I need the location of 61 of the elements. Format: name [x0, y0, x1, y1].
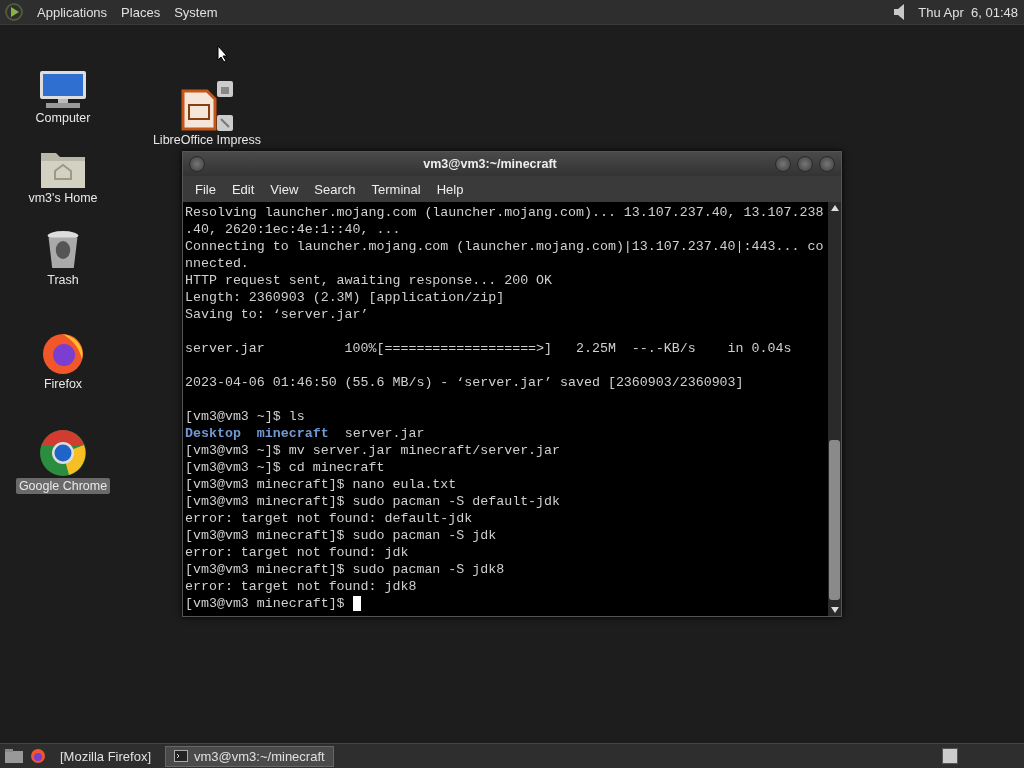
terminal-line: server.jar 100%[===================>] 2.25M --.-KB/s in 0.04s: [185, 340, 792, 357]
directory-name: Desktop: [185, 425, 241, 442]
desktop-icon-label[interactable]: Firefox: [40, 376, 86, 392]
panel-menu[interactable]: Places: [116, 4, 166, 20]
terminal-line: [vm3@vm3 ~]$ cd minecraft: [185, 459, 385, 476]
menu-item[interactable]: Edit: [223, 181, 263, 197]
close-button[interactable]: [819, 156, 835, 172]
menu-item[interactable]: File: [187, 181, 224, 197]
trash-icon[interactable]: [45, 229, 81, 271]
terminal-line: [vm3@vm3 minecraft]$ sudo pacman -S jdk: [185, 527, 497, 544]
terminal-line: HTTP request sent, awaiting response... 200 OK: [185, 272, 553, 289]
terminal-line: .40, 2620:1ec:4e:1::40, ...: [185, 221, 401, 238]
taskbar-button[interactable]: [Mozilla Firefox]: [52, 746, 160, 766]
scrollbar[interactable]: [828, 202, 841, 616]
firefox-launcher-icon[interactable]: [30, 748, 46, 764]
window-title: vm3@vm3:~/minecraft: [422, 157, 558, 171]
terminal-line: Length: 2360903 (2.3M) [application/zip]: [185, 289, 505, 306]
desktop-icon-label[interactable]: vm3's Home: [25, 190, 101, 206]
terminal-icon: [174, 750, 189, 762]
workspace-switcher[interactable]: [942, 748, 958, 764]
desktop-icon-label[interactable]: LibreOffice Impress: [149, 132, 265, 148]
terminal-line: server.jar: [344, 425, 425, 442]
maximize-button[interactable]: [797, 156, 813, 172]
chrome-icon[interactable]: [39, 429, 87, 477]
panel-menu[interactable]: System: [169, 4, 223, 20]
scroll-down-arrow-icon[interactable]: [830, 607, 839, 613]
monitor-icon[interactable]: [38, 69, 88, 109]
terminal-line: nnected.: [185, 255, 249, 272]
terminal-line: error: target not found: jdk: [185, 544, 409, 561]
text-cursor: [352, 596, 361, 611]
desktop-icon-label[interactable]: Trash: [44, 272, 82, 288]
terminal-line: Saving to: ‘server.jar’: [185, 306, 369, 323]
terminal-line: [vm3@vm3 minecraft]$ nano eula.txt: [185, 476, 457, 493]
taskbar-button[interactable]: vm3@vm3:~/minecraft: [165, 745, 334, 767]
menu-item[interactable]: Help: [428, 181, 472, 197]
scroll-thumb[interactable]: [829, 440, 840, 600]
presentation-document-icon[interactable]: [179, 81, 235, 131]
terminal-line: [vm3@vm3 ~]$ mv server.jar minecraft/server.jar: [185, 442, 561, 459]
directory-name: minecraft: [256, 425, 329, 442]
window-menu-button[interactable]: [189, 156, 205, 172]
terminal-prompt: [vm3@vm3 minecraft]$: [185, 595, 345, 612]
terminal-line: [vm3@vm3 ~]$ ls: [185, 408, 305, 425]
terminal-line: [vm3@vm3 minecraft]$ sudo pacman -S jdk8: [185, 561, 505, 578]
panel-menu[interactable]: Applications: [32, 4, 113, 20]
terminal-line: error: target not found: default-jdk: [185, 510, 473, 527]
terminal-line: [vm3@vm3 minecraft]$ sudo pacman -S default-jdk: [185, 493, 561, 510]
menu-item[interactable]: View: [262, 181, 307, 197]
minimize-button[interactable]: [775, 156, 791, 172]
desktop-icon-label[interactable]: Google Chrome: [15, 478, 111, 494]
terminal-line: Resolving launcher.mojang.com (launcher.mojang.com)... 13.107.237.40, 13.107.238: [185, 204, 824, 221]
scroll-up-arrow-icon[interactable]: [830, 205, 839, 211]
mouse-pointer-icon: [217, 45, 229, 63]
terminal-line: 2023-04-06 01:46:50 (55.6 MB/s) - ‘server.jar’ saved [2360903/2360903]: [185, 374, 744, 391]
terminal-line: error: target not found: jdk8: [185, 578, 417, 595]
show-desktop-icon[interactable]: [4, 748, 24, 764]
clock[interactable]: Thu Apr 6, 01:48: [918, 4, 1020, 20]
terminal-line: Connecting to launcher.mojang.com (launcher.mojang.com)|13.107.237.40|:443... co: [185, 238, 824, 255]
distro-logo-icon[interactable]: [4, 2, 24, 22]
desktop-icon-label[interactable]: Computer: [32, 110, 94, 126]
menu-item[interactable]: Search: [306, 181, 364, 197]
menu-item[interactable]: Terminal: [363, 181, 429, 197]
